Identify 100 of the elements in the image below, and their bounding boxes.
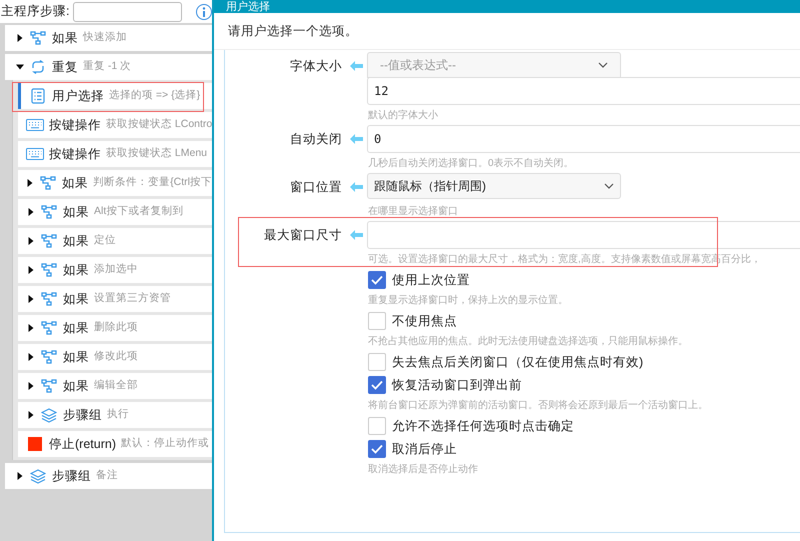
branch-icon	[41, 379, 57, 393]
step-row[interactable]: 用户选择 选择的项 => {选择}	[18, 83, 212, 109]
step-description: 选择的项 => {选择}	[109, 88, 200, 104]
step-row[interactable]: 步骤组 备注	[5, 463, 212, 489]
option-hint: 不抢占其他应用的焦点。此时无法使用键盘选择选项，只能用鼠标操作。	[368, 334, 688, 348]
field-hint: 在哪里显示选择窗口	[368, 204, 458, 218]
expand-caret-icon[interactable]	[15, 34, 24, 42]
step-name: 按键操作	[49, 146, 101, 163]
branch-icon	[41, 263, 57, 277]
step-description: 编辑全部	[94, 378, 138, 394]
checkmark-icon	[371, 380, 383, 390]
step-row[interactable]: 停止(return) 默认：停止动作或	[18, 431, 212, 457]
input-field[interactable]	[367, 221, 800, 249]
field-label: 字体大小	[290, 58, 342, 75]
list-icon	[31, 88, 45, 104]
checkbox-label: 失去焦点后关闭窗口（仅在使用焦点时有效)	[392, 354, 644, 371]
step-description: 删除此项	[94, 320, 138, 336]
step-name: 如果	[63, 232, 89, 250]
expand-caret-icon[interactable]	[26, 324, 35, 332]
input-field[interactable]: 12	[367, 77, 800, 105]
branch-icon	[30, 31, 46, 45]
step-row[interactable]: 如果 添加选中	[18, 257, 212, 283]
branch-icon	[41, 350, 57, 364]
expand-caret-icon[interactable]	[26, 237, 35, 245]
input-field[interactable]	[73, 2, 182, 22]
expand-caret-icon[interactable]	[26, 353, 35, 361]
step-row[interactable]: 如果 修改此项	[18, 344, 212, 370]
expand-caret-icon[interactable]	[26, 411, 35, 419]
option-hint: 取消选择后是否停止动作	[368, 462, 478, 476]
expand-caret-icon[interactable]	[15, 472, 24, 480]
input-field[interactable]: 0	[367, 125, 800, 153]
step-name: 重复	[52, 58, 78, 76]
step-row[interactable]: 如果 删除此项	[18, 315, 212, 341]
step-name: 如果	[62, 174, 88, 192]
checkbox-label: 允许不选择任何选项时点击确定	[392, 418, 574, 435]
step-description: 修改此项	[94, 349, 138, 364]
step-name: 如果	[63, 378, 89, 395]
layers-icon	[30, 468, 46, 484]
checkbox[interactable]	[368, 417, 386, 435]
step-description: 执行	[107, 407, 129, 422]
step-row[interactable]: 如果 设置第三方资管	[18, 286, 212, 312]
expand-caret-icon[interactable]	[26, 179, 35, 187]
keyboard-icon	[26, 119, 44, 131]
step-description: 定位	[94, 233, 116, 248]
field-hint: 默认的字体大小	[368, 108, 438, 122]
checkbox[interactable]	[368, 353, 386, 371]
chevron-down-icon	[604, 183, 614, 189]
expand-caret-icon[interactable]	[26, 295, 35, 303]
branch-icon	[40, 176, 56, 190]
field-label: 自动关闭	[290, 130, 342, 148]
step-description: 快速添加	[83, 30, 127, 46]
expand-caret-icon[interactable]	[26, 266, 35, 274]
step-row[interactable]: 重复 重复 -1 次	[5, 54, 212, 80]
step-name: 如果	[63, 262, 89, 279]
step-description: 添加选中	[94, 262, 138, 278]
stop-icon	[28, 437, 42, 451]
branch-icon	[41, 321, 57, 335]
step-description: 判断条件：变量{Ctrl按下	[93, 175, 212, 190]
checkbox[interactable]	[368, 376, 386, 394]
step-name: 停止(return)	[49, 436, 116, 453]
checkbox[interactable]	[368, 312, 386, 330]
field-hint: 几秒后自动关闭选择窗口。0表示不自动关闭。	[368, 156, 574, 170]
step-name: 按键操作	[49, 116, 101, 134]
option-hint: 将前台窗口还原为弹窗前的活动窗口。否则将会还原到最后一个活动窗口上。	[368, 398, 708, 412]
option-hint: 重复显示选择窗口时，保持上次的显示位置。	[368, 294, 568, 308]
field-label: 窗口位置	[290, 178, 342, 196]
arrow-left-icon	[350, 61, 362, 71]
branch-icon	[41, 205, 57, 219]
step-row[interactable]: 如果 判断条件：变量{Ctrl按下	[18, 170, 212, 196]
step-row[interactable]: 如果 编辑全部	[18, 373, 212, 399]
step-name: 如果	[63, 290, 89, 308]
step-description: 获取按键状态 LMenu	[106, 146, 208, 162]
step-row[interactable]: 如果 快速添加	[5, 25, 212, 51]
expand-caret-icon[interactable]	[26, 382, 35, 390]
checkbox-label: 不使用焦点	[392, 312, 457, 330]
step-row[interactable]: 步骤组 执行	[18, 402, 212, 428]
step-name: 用户选择	[52, 88, 104, 105]
step-name: 如果	[63, 348, 89, 366]
step-row[interactable]: 按键操作 获取按键状态 LMenu	[18, 141, 212, 167]
step-description: 获取按键状态 LContro	[106, 117, 212, 132]
step-description: 备注	[96, 468, 118, 484]
checkbox-label: 取消后停止	[392, 440, 457, 458]
checkmark-icon	[371, 275, 383, 285]
step-row[interactable]: 按键操作 获取按键状态 LContro	[18, 112, 212, 138]
branch-icon	[41, 234, 57, 248]
arrow-left-icon	[350, 182, 362, 192]
step-name: 如果	[63, 320, 89, 337]
keyboard-icon	[26, 148, 44, 160]
step-name: 步骤组	[63, 406, 102, 424]
layers-icon	[41, 408, 57, 422]
checkbox[interactable]	[368, 440, 386, 458]
step-row[interactable]: 如果 Alt按下或者复制到	[18, 199, 212, 225]
checkbox[interactable]	[368, 271, 386, 289]
chevron-down-icon	[598, 62, 608, 68]
dropdown[interactable]: 跟随鼠标（指针周围)	[367, 173, 621, 199]
collapse-caret-icon[interactable]	[15, 63, 24, 71]
step-row[interactable]: 如果 定位	[18, 228, 212, 254]
step-description: 设置第三方资管	[94, 291, 171, 306]
step-name: 步骤组	[52, 468, 91, 485]
expand-caret-icon[interactable]	[26, 208, 35, 216]
